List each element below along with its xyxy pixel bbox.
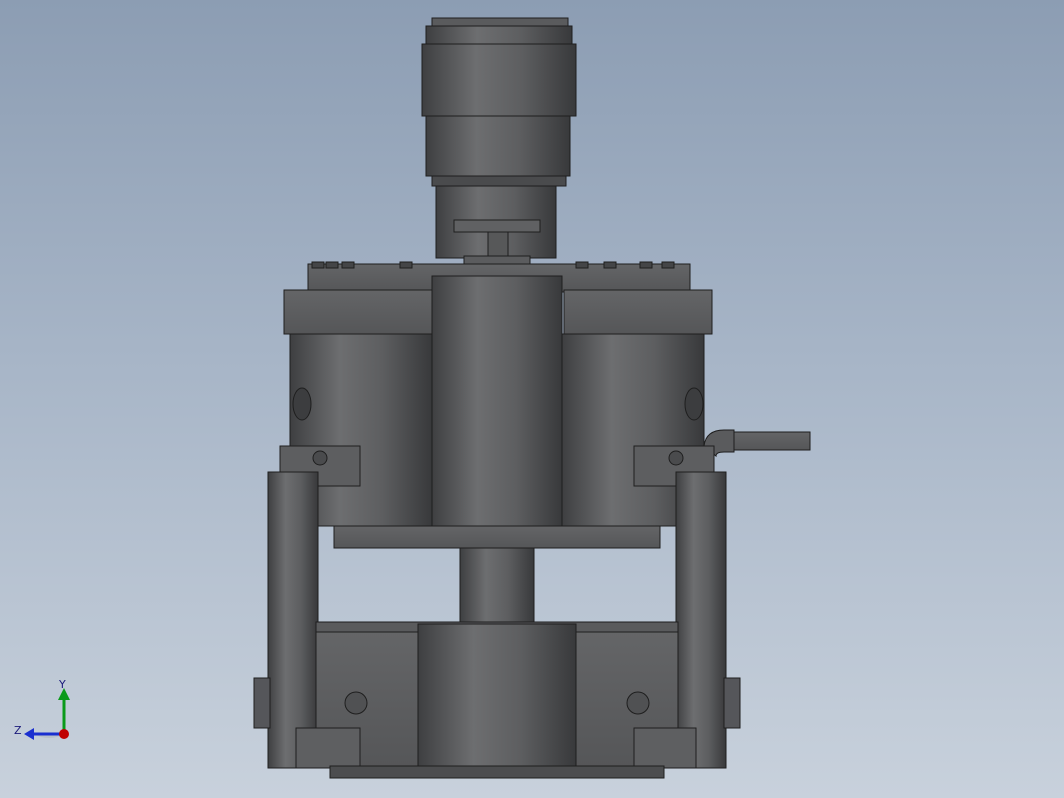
triad-y-label: Y (58, 678, 66, 691)
nut-left (253, 677, 271, 729)
bracket-left-screw (312, 450, 328, 466)
motor-body (421, 43, 577, 117)
upper-flange-right (563, 289, 713, 335)
guide-rod-right (675, 471, 727, 769)
lower-clamp-left (295, 727, 361, 769)
piston-shaft (459, 547, 535, 625)
lower-cylinder (417, 623, 577, 775)
coupling-stem (487, 231, 509, 259)
nut-right (723, 677, 741, 729)
triad-z-arrow (24, 728, 34, 740)
cad-model[interactable] (0, 0, 1064, 798)
upper-flange-left (283, 289, 433, 335)
graphics-viewport[interactable]: Y Z (0, 0, 1064, 798)
central-cylinder (431, 275, 563, 527)
upper-bottom-flange (333, 525, 661, 549)
coordinate-triad: Y Z (14, 678, 70, 740)
motor-top-ring (425, 25, 573, 47)
triad-z-label: Z (14, 724, 22, 737)
lower-screw-right (626, 691, 650, 715)
lower-clamp-right (633, 727, 697, 769)
port-left (292, 387, 312, 421)
guide-rod-left (267, 471, 319, 769)
air-fitting-tube (729, 431, 811, 451)
bracket-right-screw (668, 450, 684, 466)
coupling-bar (453, 219, 541, 233)
base-plate (329, 765, 665, 779)
motor-lower-body (425, 115, 571, 177)
port-right (684, 387, 704, 421)
motor-neck (431, 175, 567, 187)
lower-screw-left (344, 691, 368, 715)
triad-x-axis (59, 729, 69, 739)
